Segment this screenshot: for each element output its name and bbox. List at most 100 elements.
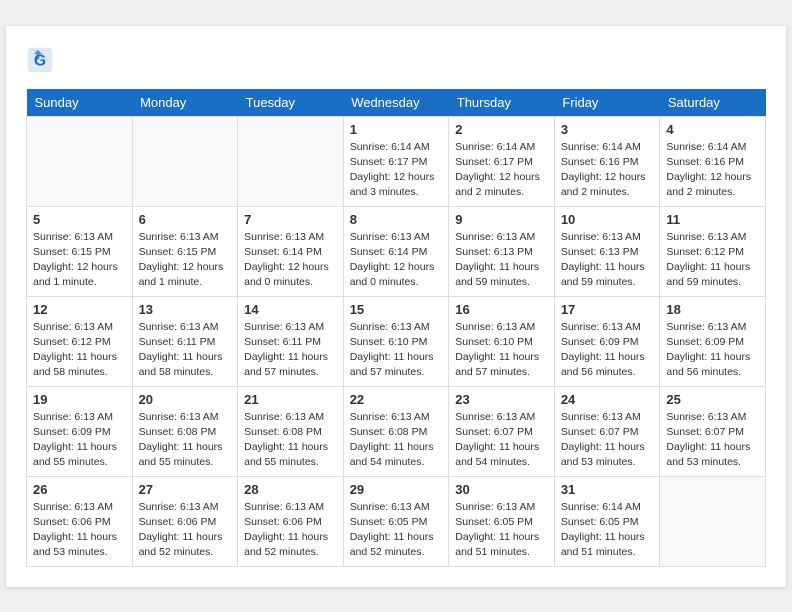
day-info: Sunrise: 6:13 AM Sunset: 6:11 PM Dayligh… — [139, 320, 232, 381]
day-info: Sunrise: 6:14 AM Sunset: 6:05 PM Dayligh… — [561, 500, 654, 561]
day-info: Sunrise: 6:13 AM Sunset: 6:06 PM Dayligh… — [244, 500, 337, 561]
calendar-cell: 25 Sunrise: 6:13 AM Sunset: 6:07 PM Dayli… — [660, 386, 766, 476]
calendar-cell: 20Sunrise: 6:13 AM Sunset: 6:08 PM Dayli… — [132, 386, 238, 476]
day-info: Sunrise: 6:13 AM Sunset: 6:08 PM Dayligh… — [350, 410, 443, 471]
calendar-cell: 9Sunrise: 6:13 AM Sunset: 6:13 PM Daylig… — [449, 206, 555, 296]
day-number: 19 — [33, 392, 126, 407]
day-info: Sunrise: 6:13 AM Sunset: 6:11 PM Dayligh… — [244, 320, 337, 381]
day-number: 18 — [666, 302, 759, 317]
day-number: 25 — [666, 392, 759, 407]
day-number: 8 — [350, 212, 443, 227]
day-info: Sunrise: 6:13 AM Sunset: 6:07 PM Dayligh… — [666, 410, 759, 471]
calendar-cell — [132, 116, 238, 206]
day-info: Sunrise: 6:13 AM Sunset: 6:08 PM Dayligh… — [244, 410, 337, 471]
calendar-cell: 6Sunrise: 6:13 AM Sunset: 6:15 PM Daylig… — [132, 206, 238, 296]
day-info: Sunrise: 6:13 AM Sunset: 6:09 PM Dayligh… — [33, 410, 126, 471]
week-row-3: 19 Sunrise: 6:13 AM Sunset: 6:09 PM Dayli… — [27, 386, 766, 476]
calendar-cell: 28 Sunrise: 6:13 AM Sunset: 6:06 PM Dayli… — [238, 476, 344, 566]
calendar-cell: 15Sunrise: 6:13 AM Sunset: 6:10 PM Dayli… — [343, 296, 449, 386]
weekday-header-row: SundayMondayTuesdayWednesdayThursdayFrid… — [27, 89, 766, 117]
calendar-cell: 19 Sunrise: 6:13 AM Sunset: 6:09 PM Dayli… — [27, 386, 133, 476]
calendar-cell: 1 Sunrise: 6:14 AM Sunset: 6:17 PM Daylig… — [343, 116, 449, 206]
day-number: 15 — [350, 302, 443, 317]
svg-text:G: G — [34, 52, 46, 69]
calendar-table: SundayMondayTuesdayWednesdayThursdayFrid… — [26, 89, 766, 567]
day-number: 1 — [350, 122, 443, 137]
day-info: Sunrise: 6:13 AM Sunset: 6:12 PM Dayligh… — [33, 320, 126, 381]
calendar-cell: 16 Sunrise: 6:13 AM Sunset: 6:10 PM Dayli… — [449, 296, 555, 386]
day-info: Sunrise: 6:13 AM Sunset: 6:05 PM Dayligh… — [455, 500, 548, 561]
day-info: Sunrise: 6:13 AM Sunset: 6:06 PM Dayligh… — [33, 500, 126, 561]
week-row-0: 1 Sunrise: 6:14 AM Sunset: 6:17 PM Daylig… — [27, 116, 766, 206]
calendar-cell: 11 Sunrise: 6:13 AM Sunset: 6:12 PM Dayli… — [660, 206, 766, 296]
day-info: Sunrise: 6:13 AM Sunset: 6:06 PM Dayligh… — [139, 500, 232, 561]
day-info: Sunrise: 6:13 AM Sunset: 6:09 PM Dayligh… — [561, 320, 654, 381]
calendar-cell: 29 Sunrise: 6:13 AM Sunset: 6:05 PM Dayli… — [343, 476, 449, 566]
day-number: 23 — [455, 392, 548, 407]
day-info: Sunrise: 6:13 AM Sunset: 6:10 PM Dayligh… — [455, 320, 548, 381]
week-row-4: 26Sunrise: 6:13 AM Sunset: 6:06 PM Dayli… — [27, 476, 766, 566]
day-number: 11 — [666, 212, 759, 227]
calendar-cell — [238, 116, 344, 206]
day-number: 24 — [561, 392, 654, 407]
calendar-cell — [27, 116, 133, 206]
day-number: 4 — [666, 122, 759, 137]
header: G — [26, 46, 766, 74]
calendar-cell: 23 Sunrise: 6:13 AM Sunset: 6:07 PM Dayli… — [449, 386, 555, 476]
weekday-header-thursday: Thursday — [449, 89, 555, 117]
day-info: Sunrise: 6:14 AM Sunset: 6:16 PM Dayligh… — [666, 140, 759, 201]
calendar-cell: 10 Sunrise: 6:13 AM Sunset: 6:13 PM Dayli… — [554, 206, 660, 296]
day-info: Sunrise: 6:13 AM Sunset: 6:14 PM Dayligh… — [244, 230, 337, 291]
day-number: 28 — [244, 482, 337, 497]
calendar-cell: 3 Sunrise: 6:14 AM Sunset: 6:16 PM Daylig… — [554, 116, 660, 206]
calendar-cell: 5 Sunrise: 6:13 AM Sunset: 6:15 PM Daylig… — [27, 206, 133, 296]
calendar-cell: 7 Sunrise: 6:13 AM Sunset: 6:14 PM Daylig… — [238, 206, 344, 296]
calendar-cell: 12 Sunrise: 6:13 AM Sunset: 6:12 PM Dayli… — [27, 296, 133, 386]
calendar-container: G SundayMondayTuesdayWednesdayThursdayFr… — [6, 26, 786, 587]
day-info: Sunrise: 6:13 AM Sunset: 6:05 PM Dayligh… — [350, 500, 443, 561]
day-number: 7 — [244, 212, 337, 227]
day-info: Sunrise: 6:13 AM Sunset: 6:14 PM Dayligh… — [350, 230, 443, 291]
day-number: 17 — [561, 302, 654, 317]
day-number: 5 — [33, 212, 126, 227]
day-number: 3 — [561, 122, 654, 137]
day-info: Sunrise: 6:13 AM Sunset: 6:15 PM Dayligh… — [33, 230, 126, 291]
day-info: Sunrise: 6:13 AM Sunset: 6:08 PM Dayligh… — [139, 410, 232, 471]
day-number: 6 — [139, 212, 232, 227]
day-info: Sunrise: 6:14 AM Sunset: 6:17 PM Dayligh… — [455, 140, 548, 201]
day-number: 16 — [455, 302, 548, 317]
weekday-header-sunday: Sunday — [27, 89, 133, 117]
day-info: Sunrise: 6:14 AM Sunset: 6:17 PM Dayligh… — [350, 140, 443, 201]
day-info: Sunrise: 6:13 AM Sunset: 6:07 PM Dayligh… — [455, 410, 548, 471]
day-info: Sunrise: 6:13 AM Sunset: 6:09 PM Dayligh… — [666, 320, 759, 381]
calendar-cell: 18 Sunrise: 6:13 AM Sunset: 6:09 PM Dayli… — [660, 296, 766, 386]
day-number: 31 — [561, 482, 654, 497]
day-number: 30 — [455, 482, 548, 497]
weekday-header-wednesday: Wednesday — [343, 89, 449, 117]
calendar-cell: 24Sunrise: 6:13 AM Sunset: 6:07 PM Dayli… — [554, 386, 660, 476]
weekday-header-friday: Friday — [554, 89, 660, 117]
weekday-header-tuesday: Tuesday — [238, 89, 344, 117]
week-row-2: 12 Sunrise: 6:13 AM Sunset: 6:12 PM Dayli… — [27, 296, 766, 386]
day-number: 2 — [455, 122, 548, 137]
day-number: 10 — [561, 212, 654, 227]
day-number: 29 — [350, 482, 443, 497]
calendar-cell: 21 Sunrise: 6:13 AM Sunset: 6:08 PM Dayli… — [238, 386, 344, 476]
day-number: 27 — [139, 482, 232, 497]
day-number: 13 — [139, 302, 232, 317]
calendar-cell: 27 Sunrise: 6:13 AM Sunset: 6:06 PM Dayli… — [132, 476, 238, 566]
calendar-cell: 14Sunrise: 6:13 AM Sunset: 6:11 PM Dayli… — [238, 296, 344, 386]
calendar-cell: 2 Sunrise: 6:14 AM Sunset: 6:17 PM Daylig… — [449, 116, 555, 206]
day-info: Sunrise: 6:14 AM Sunset: 6:16 PM Dayligh… — [561, 140, 654, 201]
day-number: 21 — [244, 392, 337, 407]
day-info: Sunrise: 6:13 AM Sunset: 6:13 PM Dayligh… — [455, 230, 548, 291]
day-info: Sunrise: 6:13 AM Sunset: 6:13 PM Dayligh… — [561, 230, 654, 291]
calendar-cell: 17 Sunrise: 6:13 AM Sunset: 6:09 PM Dayli… — [554, 296, 660, 386]
calendar-cell — [660, 476, 766, 566]
day-number: 22 — [350, 392, 443, 407]
day-info: Sunrise: 6:13 AM Sunset: 6:12 PM Dayligh… — [666, 230, 759, 291]
weekday-header-monday: Monday — [132, 89, 238, 117]
logo: G — [26, 46, 58, 74]
calendar-cell: 22 Sunrise: 6:13 AM Sunset: 6:08 PM Dayli… — [343, 386, 449, 476]
day-number: 12 — [33, 302, 126, 317]
